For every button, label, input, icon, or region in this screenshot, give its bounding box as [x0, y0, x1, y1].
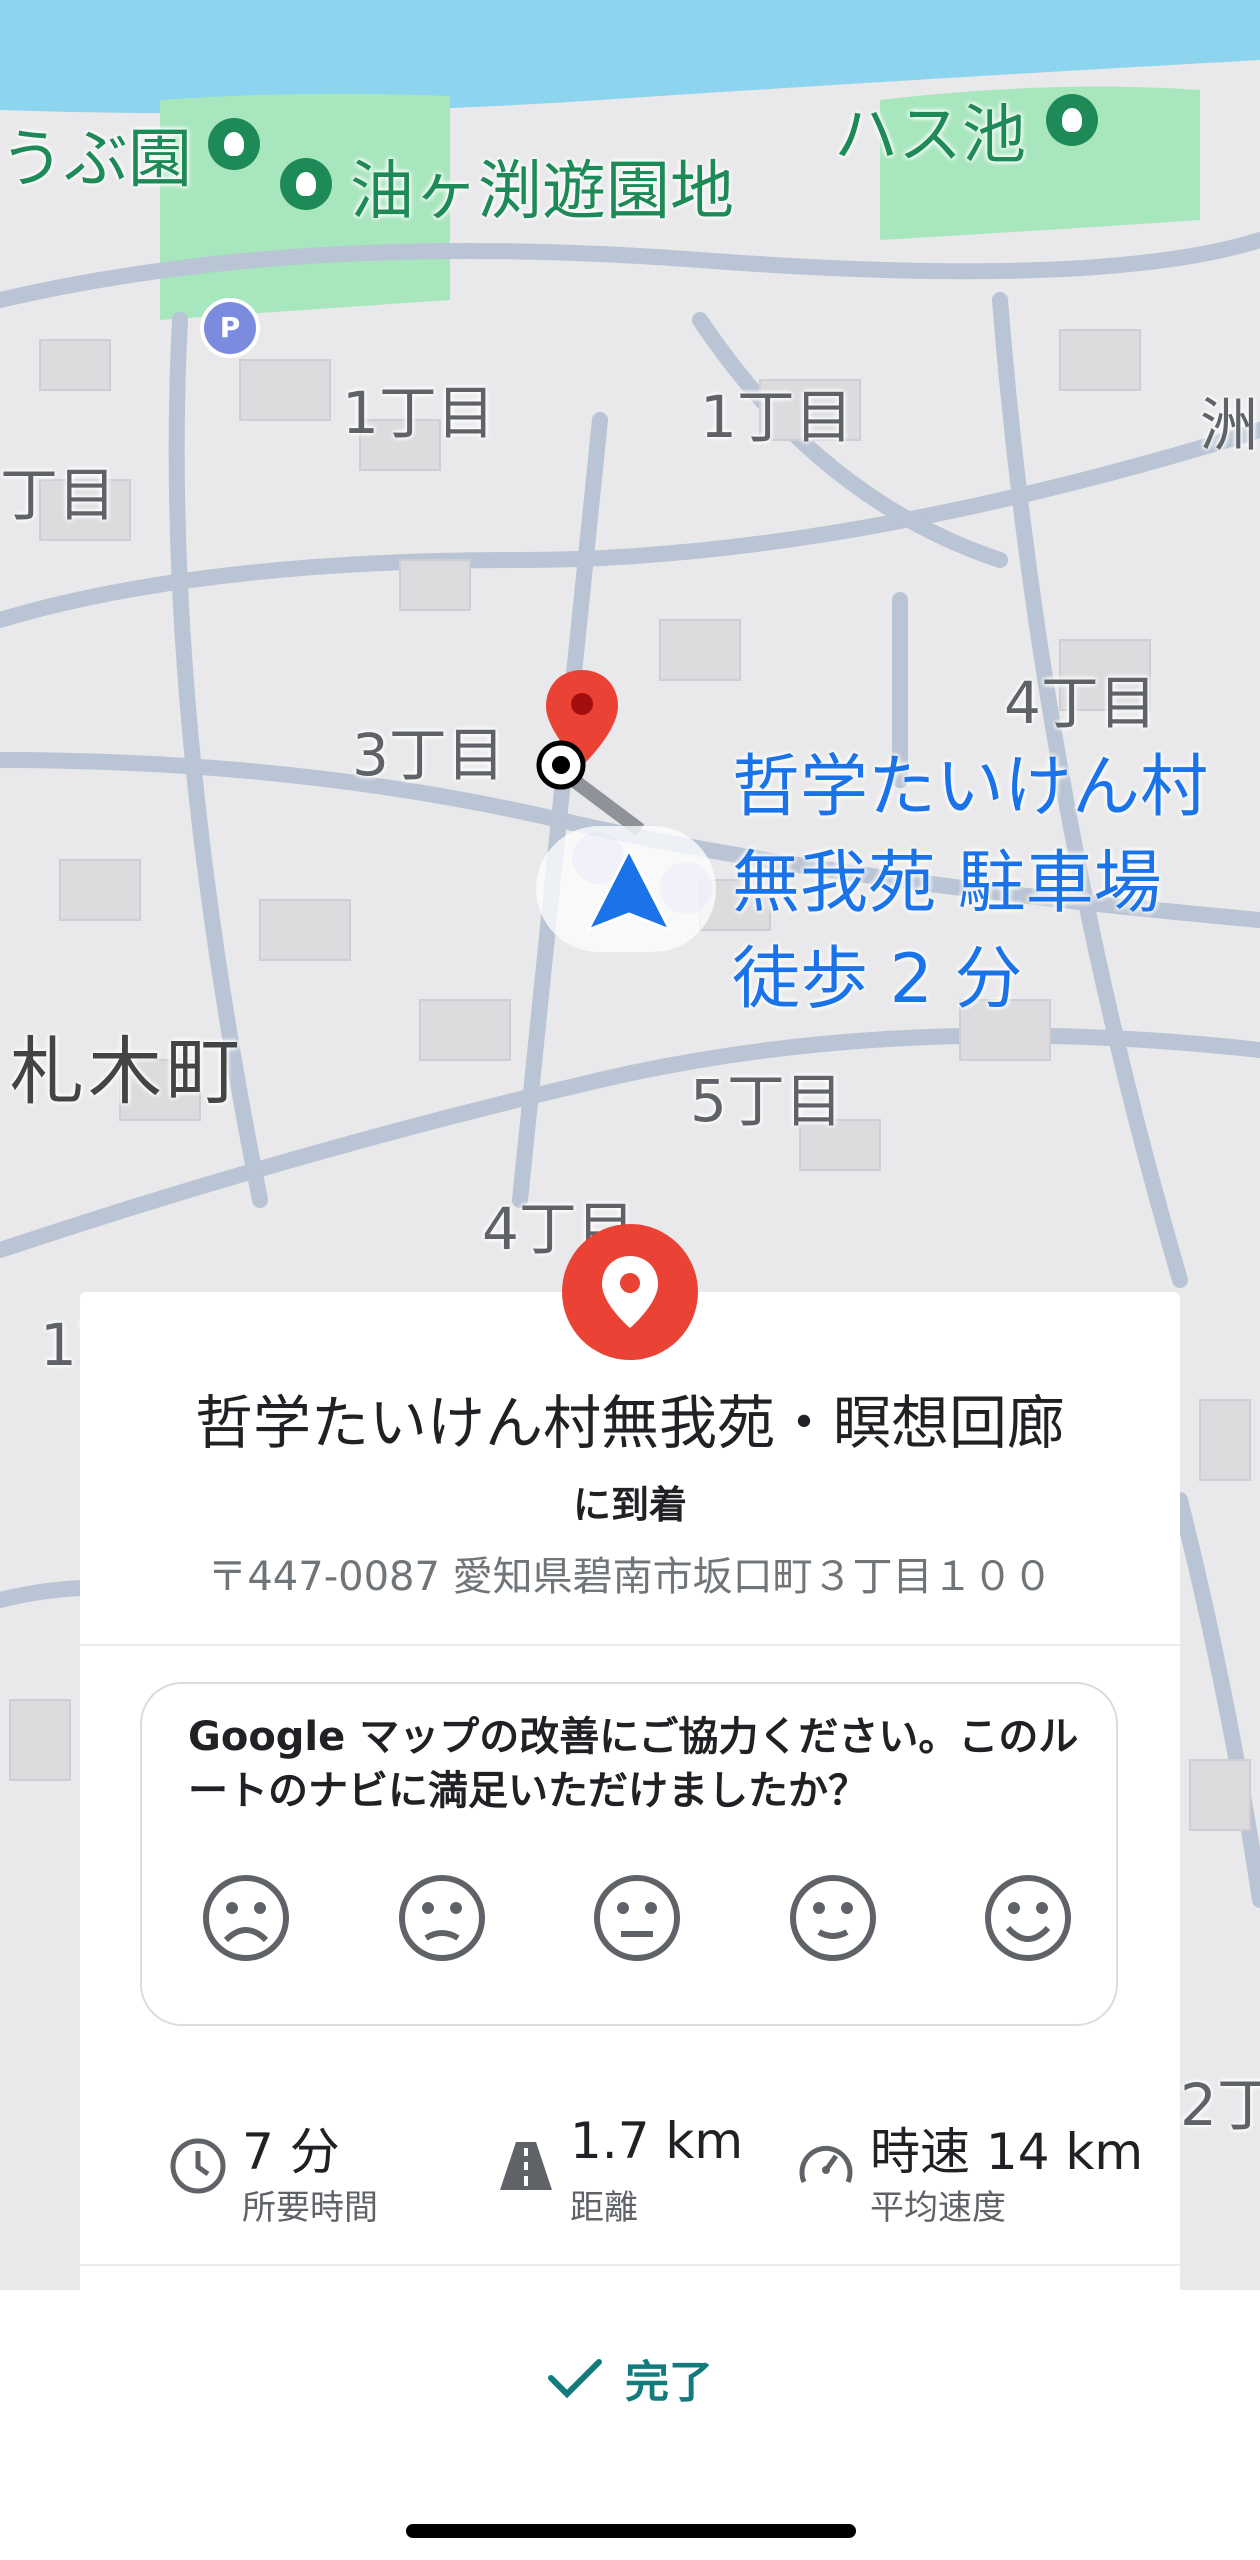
- trip-time-label: 所要時間: [242, 2188, 378, 2228]
- arrived-label: に到着: [572, 1483, 687, 1527]
- done-label: 完了: [625, 2357, 713, 2408]
- trip-time-value: 7 分: [242, 2123, 340, 2181]
- dissatisfied-face-icon[interactable]: [398, 1874, 486, 1962]
- chome-label: 1丁目: [342, 379, 495, 447]
- walk-time-line: 徒歩 2 分: [732, 940, 1023, 1019]
- divider: [80, 1644, 1180, 1646]
- distance-value: 1.7 km: [570, 2112, 744, 2170]
- garden-icon: [208, 118, 260, 170]
- parking-icon[interactable]: P: [200, 298, 260, 358]
- feedback-survey: Google マップの改善にご協力ください。このルートのナビに満足いただけました…: [140, 1682, 1118, 2026]
- neutral-face-icon[interactable]: [593, 1874, 681, 1962]
- average-speed-stat: 時速 14 km 平均速度: [796, 2112, 1143, 2232]
- speedometer-icon: [799, 2145, 853, 2183]
- road-icon: [500, 2142, 552, 2190]
- navigation-arrow-icon: [584, 846, 674, 933]
- checkmark-icon: [548, 2359, 602, 2399]
- distance-label: 距離: [570, 2188, 638, 2228]
- home-indicator[interactable]: [406, 2524, 856, 2538]
- rating-row: [202, 1874, 1072, 1962]
- satisfied-face-icon[interactable]: [789, 1874, 877, 1962]
- park-label-aburagafuchi: 油ヶ渕遊園地: [350, 155, 734, 229]
- destination-title: 哲学たいけん村無我苑・瞑想回廊: [194, 1389, 1065, 1457]
- clock-icon: [170, 2138, 226, 2194]
- destination-address: 〒447-0087 愛知県碧南市坂口町３丁目１００: [207, 1554, 1053, 1600]
- distance-stat: 1.7 km 距離: [496, 2112, 756, 2232]
- very-satisfied-face-icon[interactable]: [984, 1874, 1072, 1962]
- parking-name-line: 無我苑 駐車場: [732, 844, 1162, 923]
- average-speed-label: 平均速度: [870, 2188, 1006, 2228]
- done-button[interactable]: 完了: [0, 2346, 1260, 2410]
- bottom-bar: [0, 2290, 1260, 2560]
- trip-time-stat: 7 分 所要時間: [168, 2112, 428, 2232]
- destination-name-line: 哲学たいけん村: [732, 748, 1209, 827]
- park-label-ubu: うぶ園: [0, 123, 192, 197]
- chome-label: 3丁目: [352, 721, 505, 789]
- chome-label: 2丁: [1180, 2071, 1260, 2139]
- town-label: 札木町: [10, 1029, 244, 1115]
- location-pin-icon: [562, 1224, 698, 1360]
- chome-label: 4丁目: [1004, 669, 1157, 737]
- chome-label: 丁目: [0, 461, 117, 529]
- park-icon: [280, 158, 332, 210]
- destination-map-label[interactable]: 哲学たいけん村 無我苑 駐車場 徒歩 2 分: [732, 740, 1208, 1028]
- garden-icon: [1046, 94, 1098, 146]
- chome-label: 5丁目: [690, 1067, 843, 1135]
- park-label-hasuike: ハス池: [834, 99, 1026, 173]
- survey-question: Google マップの改善にご協力ください。このルートのナビに満足いただけました…: [188, 1714, 1079, 1814]
- divider: [80, 2264, 1180, 2266]
- route-end-marker-icon: [536, 740, 586, 790]
- very-dissatisfied-face-icon[interactable]: [202, 1874, 290, 1962]
- average-speed-value: 時速 14 km: [870, 2123, 1144, 2181]
- area-label: 洲: [1200, 391, 1259, 459]
- chome-label: 1丁目: [700, 383, 853, 451]
